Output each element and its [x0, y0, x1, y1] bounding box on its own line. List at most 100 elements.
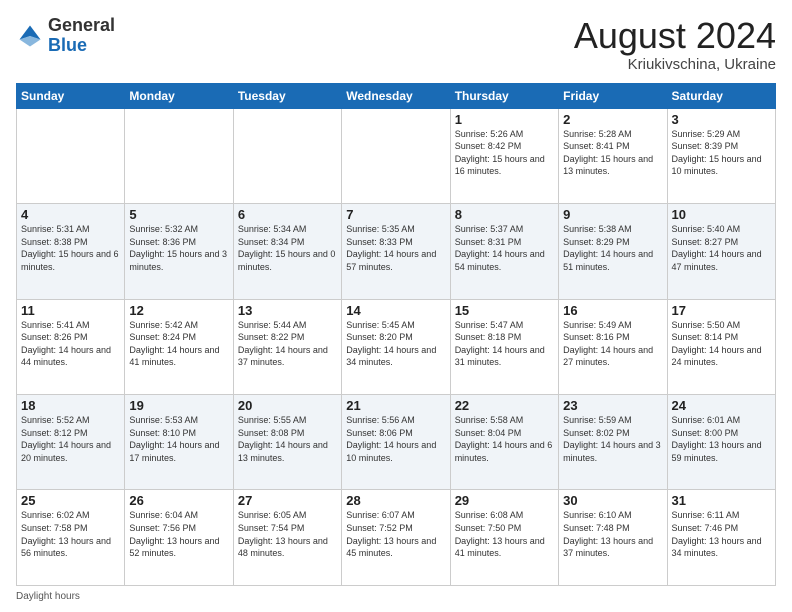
day-info: Sunrise: 5:49 AMSunset: 8:16 PMDaylight:… — [563, 320, 653, 368]
calendar-cell-1-2 — [125, 108, 233, 203]
calendar-cell-2-1: 4 Sunrise: 5:31 AMSunset: 8:38 PMDayligh… — [17, 204, 125, 299]
day-number: 4 — [21, 207, 120, 222]
footer: Daylight hours — [16, 591, 776, 602]
day-number: 13 — [238, 303, 337, 318]
calendar-week-4: 18 Sunrise: 5:52 AMSunset: 8:12 PMDaylig… — [17, 395, 776, 490]
calendar-week-1: 1 Sunrise: 5:26 AMSunset: 8:42 PMDayligh… — [17, 108, 776, 203]
day-info: Sunrise: 5:53 AMSunset: 8:10 PMDaylight:… — [129, 415, 219, 463]
day-info: Sunrise: 6:07 AMSunset: 7:52 PMDaylight:… — [346, 510, 436, 558]
day-number: 5 — [129, 207, 228, 222]
logo-blue-text: Blue — [48, 35, 87, 55]
logo-general-text: General — [48, 15, 115, 35]
day-info: Sunrise: 5:42 AMSunset: 8:24 PMDaylight:… — [129, 320, 219, 368]
calendar-cell-4-4: 21 Sunrise: 5:56 AMSunset: 8:06 PMDaylig… — [342, 395, 450, 490]
day-info: Sunrise: 6:05 AMSunset: 7:54 PMDaylight:… — [238, 510, 328, 558]
day-number: 23 — [563, 398, 662, 413]
calendar-cell-1-6: 2 Sunrise: 5:28 AMSunset: 8:41 PMDayligh… — [559, 108, 667, 203]
location: Kriukivschina, Ukraine — [574, 56, 776, 73]
logo: General Blue — [16, 16, 115, 56]
calendar-cell-3-7: 17 Sunrise: 5:50 AMSunset: 8:14 PMDaylig… — [667, 299, 775, 394]
calendar-week-5: 25 Sunrise: 6:02 AMSunset: 7:58 PMDaylig… — [17, 490, 776, 586]
day-info: Sunrise: 5:41 AMSunset: 8:26 PMDaylight:… — [21, 320, 111, 368]
month-year: August 2024 — [574, 16, 776, 56]
day-info: Sunrise: 5:34 AMSunset: 8:34 PMDaylight:… — [238, 224, 336, 272]
header: General Blue August 2024 Kriukivschina, … — [16, 16, 776, 73]
day-info: Sunrise: 5:35 AMSunset: 8:33 PMDaylight:… — [346, 224, 436, 272]
day-info: Sunrise: 6:11 AMSunset: 7:46 PMDaylight:… — [672, 510, 762, 558]
logo-icon — [16, 22, 44, 50]
calendar-table: Sunday Monday Tuesday Wednesday Thursday… — [16, 83, 776, 586]
calendar-cell-5-4: 28 Sunrise: 6:07 AMSunset: 7:52 PMDaylig… — [342, 490, 450, 586]
day-number: 1 — [455, 112, 554, 127]
day-info: Sunrise: 6:08 AMSunset: 7:50 PMDaylight:… — [455, 510, 545, 558]
day-number: 21 — [346, 398, 445, 413]
day-info: Sunrise: 5:47 AMSunset: 8:18 PMDaylight:… — [455, 320, 545, 368]
calendar-cell-1-7: 3 Sunrise: 5:29 AMSunset: 8:39 PMDayligh… — [667, 108, 775, 203]
day-info: Sunrise: 5:29 AMSunset: 8:39 PMDaylight:… — [672, 129, 762, 177]
calendar-cell-3-5: 15 Sunrise: 5:47 AMSunset: 8:18 PMDaylig… — [450, 299, 558, 394]
calendar-cell-1-5: 1 Sunrise: 5:26 AMSunset: 8:42 PMDayligh… — [450, 108, 558, 203]
day-info: Sunrise: 5:52 AMSunset: 8:12 PMDaylight:… — [21, 415, 111, 463]
day-info: Sunrise: 6:02 AMSunset: 7:58 PMDaylight:… — [21, 510, 111, 558]
day-number: 9 — [563, 207, 662, 222]
day-info: Sunrise: 5:26 AMSunset: 8:42 PMDaylight:… — [455, 129, 545, 177]
day-number: 25 — [21, 493, 120, 508]
day-number: 3 — [672, 112, 771, 127]
calendar-cell-5-5: 29 Sunrise: 6:08 AMSunset: 7:50 PMDaylig… — [450, 490, 558, 586]
day-info: Sunrise: 5:45 AMSunset: 8:20 PMDaylight:… — [346, 320, 436, 368]
calendar-cell-3-3: 13 Sunrise: 5:44 AMSunset: 8:22 PMDaylig… — [233, 299, 341, 394]
day-number: 2 — [563, 112, 662, 127]
day-info: Sunrise: 5:44 AMSunset: 8:22 PMDaylight:… — [238, 320, 328, 368]
calendar-cell-2-4: 7 Sunrise: 5:35 AMSunset: 8:33 PMDayligh… — [342, 204, 450, 299]
calendar-week-2: 4 Sunrise: 5:31 AMSunset: 8:38 PMDayligh… — [17, 204, 776, 299]
day-number: 10 — [672, 207, 771, 222]
day-info: Sunrise: 5:59 AMSunset: 8:02 PMDaylight:… — [563, 415, 661, 463]
day-number: 27 — [238, 493, 337, 508]
col-monday: Monday — [125, 83, 233, 108]
day-number: 26 — [129, 493, 228, 508]
calendar-cell-5-3: 27 Sunrise: 6:05 AMSunset: 7:54 PMDaylig… — [233, 490, 341, 586]
day-info: Sunrise: 6:01 AMSunset: 8:00 PMDaylight:… — [672, 415, 762, 463]
day-number: 22 — [455, 398, 554, 413]
calendar-cell-1-1 — [17, 108, 125, 203]
calendar-cell-2-3: 6 Sunrise: 5:34 AMSunset: 8:34 PMDayligh… — [233, 204, 341, 299]
col-thursday: Thursday — [450, 83, 558, 108]
day-number: 19 — [129, 398, 228, 413]
day-number: 29 — [455, 493, 554, 508]
day-number: 15 — [455, 303, 554, 318]
title-block: August 2024 Kriukivschina, Ukraine — [574, 16, 776, 73]
calendar-cell-4-7: 24 Sunrise: 6:01 AMSunset: 8:00 PMDaylig… — [667, 395, 775, 490]
day-number: 7 — [346, 207, 445, 222]
day-number: 24 — [672, 398, 771, 413]
day-info: Sunrise: 5:38 AMSunset: 8:29 PMDaylight:… — [563, 224, 653, 272]
day-number: 11 — [21, 303, 120, 318]
day-info: Sunrise: 5:50 AMSunset: 8:14 PMDaylight:… — [672, 320, 762, 368]
calendar-cell-5-1: 25 Sunrise: 6:02 AMSunset: 7:58 PMDaylig… — [17, 490, 125, 586]
calendar-cell-1-4 — [342, 108, 450, 203]
day-info: Sunrise: 6:04 AMSunset: 7:56 PMDaylight:… — [129, 510, 219, 558]
day-info: Sunrise: 5:55 AMSunset: 8:08 PMDaylight:… — [238, 415, 328, 463]
calendar-cell-4-6: 23 Sunrise: 5:59 AMSunset: 8:02 PMDaylig… — [559, 395, 667, 490]
calendar-cell-3-2: 12 Sunrise: 5:42 AMSunset: 8:24 PMDaylig… — [125, 299, 233, 394]
col-friday: Friday — [559, 83, 667, 108]
calendar-cell-2-6: 9 Sunrise: 5:38 AMSunset: 8:29 PMDayligh… — [559, 204, 667, 299]
day-info: Sunrise: 5:58 AMSunset: 8:04 PMDaylight:… — [455, 415, 553, 463]
col-saturday: Saturday — [667, 83, 775, 108]
calendar-cell-5-2: 26 Sunrise: 6:04 AMSunset: 7:56 PMDaylig… — [125, 490, 233, 586]
calendar-cell-2-2: 5 Sunrise: 5:32 AMSunset: 8:36 PMDayligh… — [125, 204, 233, 299]
col-tuesday: Tuesday — [233, 83, 341, 108]
day-info: Sunrise: 6:10 AMSunset: 7:48 PMDaylight:… — [563, 510, 653, 558]
calendar-cell-5-7: 31 Sunrise: 6:11 AMSunset: 7:46 PMDaylig… — [667, 490, 775, 586]
calendar-cell-3-1: 11 Sunrise: 5:41 AMSunset: 8:26 PMDaylig… — [17, 299, 125, 394]
calendar-cell-2-7: 10 Sunrise: 5:40 AMSunset: 8:27 PMDaylig… — [667, 204, 775, 299]
day-info: Sunrise: 5:37 AMSunset: 8:31 PMDaylight:… — [455, 224, 545, 272]
col-sunday: Sunday — [17, 83, 125, 108]
calendar-week-3: 11 Sunrise: 5:41 AMSunset: 8:26 PMDaylig… — [17, 299, 776, 394]
day-number: 31 — [672, 493, 771, 508]
daylight-hours-label: Daylight hours — [16, 591, 80, 602]
day-info: Sunrise: 5:40 AMSunset: 8:27 PMDaylight:… — [672, 224, 762, 272]
day-number: 17 — [672, 303, 771, 318]
calendar-cell-2-5: 8 Sunrise: 5:37 AMSunset: 8:31 PMDayligh… — [450, 204, 558, 299]
day-info: Sunrise: 5:28 AMSunset: 8:41 PMDaylight:… — [563, 129, 653, 177]
day-info: Sunrise: 5:56 AMSunset: 8:06 PMDaylight:… — [346, 415, 436, 463]
